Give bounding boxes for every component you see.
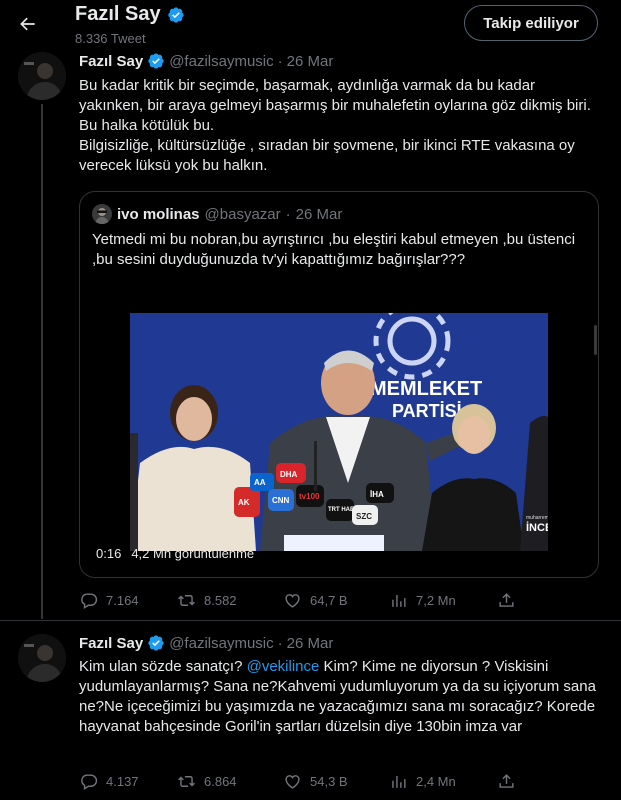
author-handle[interactable]: @fazilsaymusic bbox=[169, 53, 273, 70]
quoted-tweet-header: ivo molinas @basyazar · 26 Mar bbox=[92, 204, 342, 224]
views-button[interactable]: 7,2 Mn bbox=[389, 591, 456, 610]
video-frame: MEMLEKET PARTİSİ AK AA DHA CNN tv100 TRT… bbox=[130, 313, 548, 551]
retweet-icon bbox=[177, 591, 196, 610]
tweet-date[interactable]: 26 Mar bbox=[287, 53, 334, 70]
reply-button[interactable]: 7.164 bbox=[79, 591, 139, 610]
tweet-paragraph: Bu kadar kritik bir seçimde, başarmak, a… bbox=[79, 77, 591, 134]
verified-badge-icon bbox=[167, 6, 185, 24]
like-count: 64,7 B bbox=[310, 593, 348, 608]
separator-dot: · bbox=[277, 634, 283, 652]
back-arrow-icon bbox=[20, 17, 35, 31]
retweet-button[interactable]: 6.864 bbox=[177, 772, 237, 791]
separator-dot: · bbox=[277, 52, 283, 70]
back-button[interactable] bbox=[12, 8, 44, 40]
mic-label: AA bbox=[254, 478, 266, 487]
video-views: 4,2 Mn görüntülenme bbox=[131, 546, 255, 561]
view-count: 2,4 Mn bbox=[416, 774, 456, 789]
heart-icon bbox=[283, 591, 302, 610]
view-count: 7,2 Mn bbox=[416, 593, 456, 608]
tweet-text-part: Kim ulan sözde sanatçı? bbox=[79, 658, 247, 675]
mic-label: tv100 bbox=[299, 492, 320, 501]
retweet-button[interactable]: 8.582 bbox=[177, 591, 237, 610]
tweet-header: Fazıl Say @fazilsaymusic · 26 Mar bbox=[79, 634, 333, 652]
reply-icon bbox=[79, 591, 98, 610]
tweet-header: Fazıl Say @fazilsaymusic · 26 Mar bbox=[79, 52, 333, 70]
video-player[interactable]: MEMLEKET PARTİSİ AK AA DHA CNN tv100 TRT… bbox=[130, 313, 548, 551]
mic-label: AK bbox=[238, 498, 250, 507]
reply-button[interactable]: 4.137 bbox=[79, 772, 139, 791]
like-button[interactable]: 54,3 B bbox=[283, 772, 348, 791]
heart-icon bbox=[283, 772, 302, 791]
scroll-indicator bbox=[594, 325, 597, 355]
tweet-count: 8.336 Tweet bbox=[75, 31, 146, 46]
quoted-author-name: ivo molinas bbox=[117, 205, 200, 223]
views-chart-icon bbox=[389, 772, 408, 791]
author-name[interactable]: Fazıl Say bbox=[79, 635, 143, 652]
reply-count: 4.137 bbox=[106, 774, 139, 789]
avatar-image bbox=[18, 634, 66, 682]
profile-name: Fazıl Say bbox=[75, 3, 161, 25]
retweet-count: 8.582 bbox=[204, 593, 237, 608]
video-sign-line-1: MEMLEKET bbox=[370, 378, 482, 400]
quoted-avatar-image bbox=[92, 204, 112, 224]
tweet-text: Kim ulan sözde sanatçı? @vekilince Kim? … bbox=[79, 657, 601, 737]
mic-label: CNN bbox=[272, 496, 290, 505]
verified-badge-icon bbox=[147, 52, 165, 70]
retweet-icon bbox=[177, 772, 196, 791]
mention-link[interactable]: @vekilince bbox=[247, 658, 320, 675]
share-button[interactable] bbox=[497, 772, 516, 791]
author-handle[interactable]: @fazilsaymusic bbox=[169, 635, 273, 652]
tweet-paragraph: Bilgisizliğe, kültürsüzlüğe , sıradan bi… bbox=[79, 137, 575, 174]
reply-icon bbox=[79, 772, 98, 791]
avatar[interactable] bbox=[18, 52, 66, 100]
video-sign-line-2: PARTİSİ bbox=[392, 401, 462, 421]
profile-header: Fazıl Say 8.336 Tweet Takip ediliyor bbox=[0, 0, 621, 52]
share-button[interactable] bbox=[497, 591, 516, 610]
following-button[interactable]: Takip ediliyor bbox=[464, 5, 598, 41]
avatar[interactable] bbox=[18, 634, 66, 682]
like-count: 54,3 B bbox=[310, 774, 348, 789]
quoted-avatar bbox=[92, 204, 112, 224]
profile-title: Fazıl Say bbox=[75, 3, 185, 26]
author-name[interactable]: Fazıl Say bbox=[79, 53, 143, 70]
reply-count: 7.164 bbox=[106, 593, 139, 608]
avatar-image bbox=[18, 52, 66, 100]
thread-line bbox=[41, 104, 43, 619]
video-meta: 0:16 4,2 Mn görüntülenme bbox=[96, 546, 254, 561]
tweet-text: Bu kadar kritik bir seçimde, başarmak, a… bbox=[79, 76, 601, 176]
tweet-actions: 4.137 6.864 54,3 B 2,4 Mn bbox=[79, 772, 519, 792]
quoted-tweet-text: Yetmedi mi bu nobran,bu ayrıştırıcı ,bu … bbox=[92, 231, 576, 268]
separator-dot: · bbox=[285, 205, 291, 223]
tweet-divider bbox=[0, 620, 621, 621]
share-icon bbox=[497, 591, 516, 610]
video-duration: 0:16 bbox=[96, 546, 122, 561]
quoted-tweet[interactable]: ivo molinas @basyazar · 26 Mar Yetmedi m… bbox=[79, 191, 599, 578]
mic-label: SZC bbox=[356, 512, 372, 521]
retweet-count: 6.864 bbox=[204, 774, 237, 789]
quoted-tweet-date: 26 Mar bbox=[295, 205, 343, 223]
views-button[interactable]: 2,4 Mn bbox=[389, 772, 456, 791]
share-icon bbox=[497, 772, 516, 791]
mic-label: İHA bbox=[370, 490, 384, 499]
tweet-actions: 7.164 8.582 64,7 B 7,2 Mn bbox=[79, 591, 519, 611]
like-button[interactable]: 64,7 B bbox=[283, 591, 348, 610]
verified-badge-icon bbox=[147, 634, 165, 652]
tweet-date[interactable]: 26 Mar bbox=[287, 635, 334, 652]
video-watermark-line-1: muharrem bbox=[526, 515, 548, 521]
views-chart-icon bbox=[389, 591, 408, 610]
quoted-author-handle: @basyazar bbox=[204, 205, 281, 223]
mic-label: DHA bbox=[280, 470, 298, 479]
video-watermark-line-2: İNCE bbox=[526, 521, 548, 534]
